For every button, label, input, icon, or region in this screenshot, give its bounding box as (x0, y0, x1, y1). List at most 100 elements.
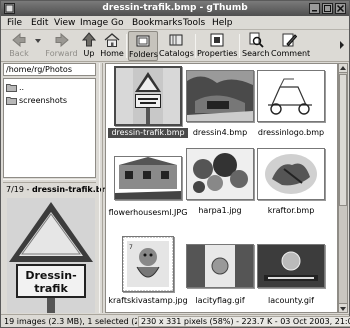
folder-icon (6, 97, 17, 105)
menu-image[interactable]: Image (80, 18, 108, 28)
thumbnail-caption: dressin-trafik.bmp (108, 128, 188, 138)
thumbnail-image: 7 (123, 237, 173, 291)
toolbar: Back Forward Up Home Folders Catalogs Pr… (1, 30, 349, 62)
thumbnail-caption: lacityflag.gif (195, 296, 245, 305)
thumbnail-scrollbar[interactable] (338, 63, 348, 313)
status-bar: 19 images (2.3 MB), 1 selected (220.2 KB… (1, 314, 350, 327)
window-title: dressin-trafik.bmp - gThumb (102, 3, 248, 13)
back-history-dropdown[interactable] (34, 31, 42, 61)
up-label: Up (83, 49, 95, 58)
catalogs-icon (169, 34, 183, 46)
close-icon (336, 4, 345, 13)
forward-arrow-icon (55, 32, 69, 48)
up-button[interactable]: Up (79, 31, 99, 61)
thumbnail-image (258, 149, 324, 199)
thumbnail-frame (114, 66, 182, 126)
scroll-up-button[interactable] (339, 64, 347, 73)
traffic-sign-image: Dressin- trafik (7, 198, 95, 313)
directory-list: .. screenshots (3, 78, 96, 178)
catalogs-button[interactable]: Catalogs (159, 31, 194, 61)
comment-pencil-icon (282, 33, 297, 47)
menu-file[interactable]: File (7, 18, 22, 28)
maximize-icon (324, 5, 331, 12)
comment-button[interactable]: Comment (271, 31, 311, 61)
search-label: Search (242, 49, 270, 58)
thumbnail-frame (186, 244, 254, 288)
thumbnail-image (187, 245, 253, 287)
back-label: Back (9, 49, 29, 58)
thumbnail-frame (257, 244, 325, 288)
thumbnail-caption: dressin4.bmp (192, 128, 248, 137)
dir-item-parent[interactable]: .. (6, 82, 24, 94)
scroll-down-button[interactable] (339, 303, 347, 312)
menu-edit[interactable]: Edit (31, 18, 48, 28)
properties-label: Properties (197, 49, 238, 58)
minimize-button[interactable] (309, 3, 320, 14)
dir-item-screenshots[interactable]: screenshots (6, 95, 67, 107)
status-summary: 19 images (2.3 MB), 1 selected (220.2 KB… (4, 317, 137, 326)
thumbnail-image (187, 149, 253, 199)
search-button[interactable]: Search (242, 31, 269, 61)
status-image-info: 230 x 331 pixels (58%) - 223.7 K - 03 Oc… (138, 316, 350, 327)
search-icon (249, 32, 264, 48)
location-field[interactable]: /home/rg/Photos (3, 63, 96, 76)
minimize-icon (312, 10, 317, 12)
thumbnail-frame (114, 156, 182, 200)
properties-icon (210, 33, 224, 47)
thumbnail-frame (186, 70, 254, 122)
thumbnail-frame (186, 148, 254, 200)
thumbnail-image (187, 71, 253, 121)
toolbar-overflow-button[interactable] (337, 31, 347, 61)
sign-text-line-1: Dressin- (25, 269, 76, 282)
properties-button[interactable]: Properties (197, 31, 237, 61)
title-bar[interactable]: dressin-trafik.bmp - gThumb (1, 1, 349, 16)
thumbnail-image (258, 71, 324, 121)
folders-button[interactable]: Folders (128, 31, 158, 61)
forward-label: Forward (45, 49, 78, 58)
home-button[interactable]: Home (99, 31, 125, 61)
chevron-right-icon (340, 41, 344, 49)
thumbnail-caption: harpa1.jpg (198, 206, 242, 215)
toolbar-separator (126, 34, 127, 58)
gthumb-window: dressin-trafik.bmp - gThumb File Edit Vi… (0, 0, 350, 328)
menu-bar: File Edit View Image Go Bookmarks Tools … (1, 16, 349, 30)
sign-text-line-2: trafik (34, 282, 68, 295)
menu-go[interactable]: Go (111, 18, 123, 28)
chevron-down-icon (35, 39, 41, 43)
thumbnail-image (258, 245, 324, 287)
dir-item-label: .. (19, 83, 25, 92)
dir-item-label: screenshots (19, 96, 68, 105)
preview-index: 7/19 (6, 185, 24, 194)
chevron-up-icon (340, 66, 346, 70)
toolbar-separator (195, 34, 196, 58)
menu-view[interactable]: View (54, 18, 75, 28)
thumbnail-image (115, 157, 181, 199)
folders-icon (136, 35, 150, 47)
menu-help[interactable]: Help (212, 18, 233, 28)
thumbnail-caption: kraftor.bmp (267, 206, 315, 215)
folder-icon (6, 84, 17, 92)
scrollbar-thumb[interactable] (339, 74, 347, 206)
image-preview[interactable]: Dressin- trafik (7, 198, 95, 313)
forward-button[interactable]: Forward (45, 31, 78, 61)
thumbnail-caption: kraftskivastamp.jpg (108, 296, 188, 305)
comment-label: Comment (271, 49, 311, 58)
pane-splitter[interactable] (3, 179, 96, 183)
svg-text:7: 7 (129, 244, 133, 251)
thumbnail-image (133, 68, 163, 124)
thumbnail-frame: 7 (122, 236, 174, 292)
vertical-splitter[interactable] (99, 63, 103, 313)
thumbnail-caption: lacounty.gif (268, 296, 314, 305)
menu-tools[interactable]: Tools (183, 18, 205, 28)
home-label: Home (100, 49, 124, 58)
chevron-down-icon (340, 307, 346, 311)
thumbnail-frame (257, 70, 325, 122)
back-button[interactable]: Back (4, 31, 34, 61)
close-button[interactable] (335, 3, 346, 14)
back-arrow-icon (12, 32, 26, 48)
up-arrow-icon (81, 32, 97, 47)
catalogs-label: Catalogs (159, 49, 194, 58)
preview-filename: dressin-trafik.bmp (31, 185, 116, 194)
maximize-button[interactable] (322, 3, 333, 14)
menu-bookmarks[interactable]: Bookmarks (132, 18, 182, 28)
